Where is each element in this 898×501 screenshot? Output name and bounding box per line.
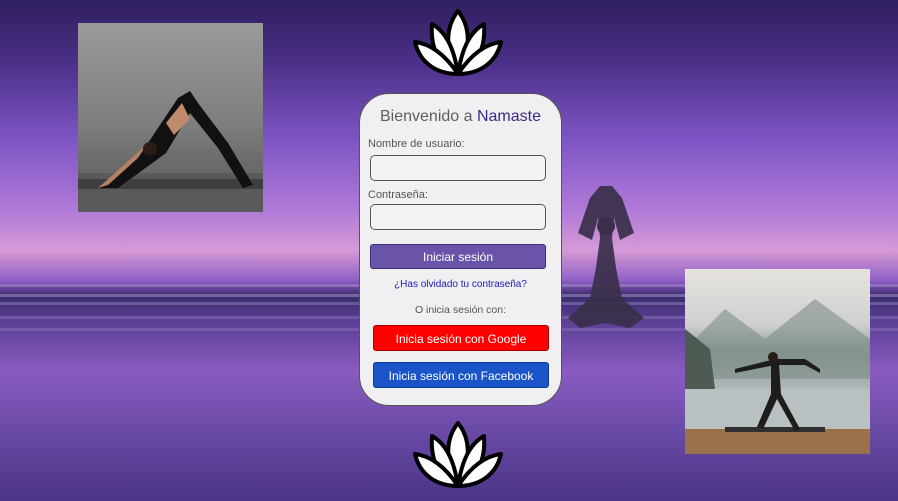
lotus-icon — [413, 9, 503, 76]
brand-name: Namaste — [476, 108, 541, 125]
username-label: Nombre de usuario: — [368, 138, 465, 150]
facebook-login-button[interactable]: Inicia sesión con Facebook — [373, 362, 549, 388]
username-input[interactable] — [370, 155, 546, 181]
lotus-icon — [413, 421, 503, 488]
card-title-prefix: Bienvenido a — [380, 108, 477, 125]
yoga-photo-downward-dog — [78, 23, 263, 212]
google-login-button[interactable]: Inicia sesión con Google — [373, 325, 549, 351]
password-label: Contraseña: — [368, 189, 428, 201]
alternative-login-text: O inicia sesión con: — [414, 304, 507, 316]
password-input[interactable] — [370, 204, 546, 230]
login-card: Bienvenido a Namaste Nombre de usuario: … — [359, 93, 562, 406]
login-button[interactable]: Iniciar sesión — [370, 244, 546, 269]
forgot-password-link[interactable]: ¿Has olvidado tu contraseña? — [360, 279, 561, 290]
card-title: Bienvenido a Namaste — [360, 108, 561, 126]
yoga-photo-warrior-pose — [685, 269, 870, 454]
meditation-silhouette — [568, 186, 644, 328]
